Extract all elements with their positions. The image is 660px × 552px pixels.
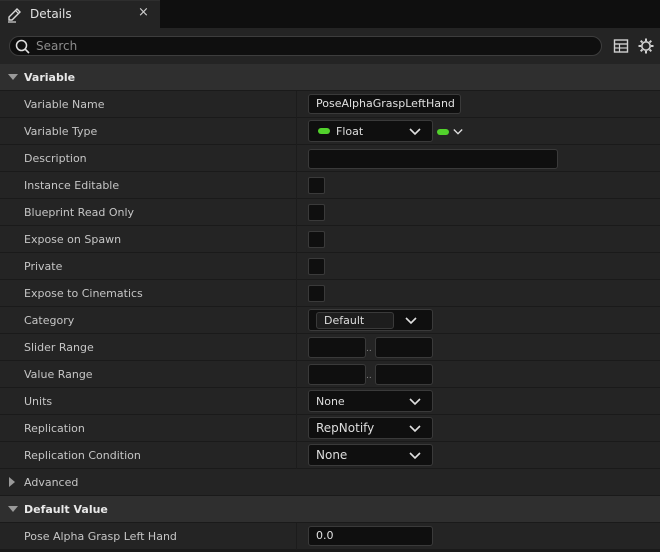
value-range-min-field[interactable] xyxy=(308,364,366,385)
search-box xyxy=(9,36,602,56)
tab-title: Details xyxy=(30,7,72,21)
row-slider-range: Slider Range .. xyxy=(0,334,660,361)
instance-editable-checkbox[interactable] xyxy=(308,177,325,194)
property-label: Expose on Spawn xyxy=(24,233,122,246)
details-toolbar xyxy=(0,28,660,64)
property-label: Units xyxy=(24,395,53,408)
property-label: Blueprint Read Only xyxy=(24,206,135,219)
private-checkbox[interactable] xyxy=(308,258,325,275)
category-input[interactable]: Default xyxy=(316,312,394,329)
property-label: Pose Alpha Grasp Left Hand xyxy=(24,530,177,543)
row-variable-name: Variable Name PoseAlphaGraspLeftHand xyxy=(0,91,660,118)
units-dropdown[interactable]: None xyxy=(308,390,433,412)
property-label: Variable Type xyxy=(24,125,98,138)
property-label: Replication xyxy=(24,422,85,435)
chevron-down-icon xyxy=(409,425,421,433)
slider-range-min-field[interactable] xyxy=(308,337,366,358)
search-icon xyxy=(15,39,30,54)
blueprint-read-only-checkbox[interactable] xyxy=(308,204,325,221)
section-default-value-header[interactable]: Default Value xyxy=(0,496,660,523)
tab-details[interactable]: Details × xyxy=(0,0,160,28)
section-variable-header[interactable]: Variable xyxy=(0,64,660,91)
variable-type-dropdown[interactable]: Float xyxy=(308,120,433,142)
description-field[interactable] xyxy=(308,149,558,169)
details-panel: Variable Variable Name PoseAlphaGraspLef… xyxy=(0,64,660,552)
row-instance-editable: Instance Editable xyxy=(0,172,660,199)
row-value-range: Value Range .. xyxy=(0,361,660,388)
container-type-dropdown[interactable] xyxy=(436,124,466,140)
expand-arrow-icon xyxy=(8,74,18,80)
expand-arrow-icon xyxy=(8,506,18,512)
replication-value: RepNotify xyxy=(316,421,375,435)
row-pose-alpha-grasp-left-hand: Pose Alpha Grasp Left Hand 0.0 xyxy=(0,523,660,550)
chevron-down-icon xyxy=(409,128,421,136)
section-title: Default Value xyxy=(24,503,108,516)
row-blueprint-read-only: Blueprint Read Only xyxy=(0,199,660,226)
units-value: None xyxy=(316,395,345,408)
property-label: Value Range xyxy=(24,368,93,381)
replication-dropdown[interactable]: RepNotify xyxy=(308,417,433,439)
row-units: Units None xyxy=(0,388,660,415)
slider-range-max-field[interactable] xyxy=(375,337,433,358)
pencil-icon xyxy=(8,8,21,23)
replication-condition-value: None xyxy=(316,448,348,462)
range-separator: .. xyxy=(366,344,372,354)
section-title: Variable xyxy=(24,71,76,84)
expose-on-spawn-checkbox[interactable] xyxy=(308,231,325,248)
pose-alpha-value-field[interactable]: 0.0 xyxy=(308,526,433,546)
tab-bar: Details × xyxy=(0,0,660,28)
row-category: Category Default xyxy=(0,307,660,334)
chevron-down-icon xyxy=(409,398,421,406)
single-pin-icon xyxy=(437,129,449,135)
row-variable-type: Variable Type Float xyxy=(0,118,660,145)
replication-condition-dropdown[interactable]: None xyxy=(308,444,433,466)
property-label: Description xyxy=(24,152,87,165)
float-pin-icon xyxy=(318,128,330,134)
chevron-down-icon xyxy=(453,129,463,135)
property-label: Instance Editable xyxy=(24,179,120,192)
category-combo[interactable]: Default xyxy=(308,309,433,331)
row-description: Description xyxy=(0,145,660,172)
close-tab-button[interactable]: × xyxy=(138,6,149,19)
search-input[interactable] xyxy=(36,38,596,54)
property-label: Slider Range xyxy=(24,341,94,354)
expose-to-cinematics-checkbox[interactable] xyxy=(308,285,325,302)
property-label: Replication Condition xyxy=(24,449,141,462)
variable-type-value: Float xyxy=(336,125,364,138)
advanced-group-header[interactable]: Advanced xyxy=(0,469,660,496)
advanced-label: Advanced xyxy=(24,476,79,489)
row-replication: Replication RepNotify xyxy=(0,415,660,442)
value-range-max-field[interactable] xyxy=(375,364,433,385)
row-expose-to-cinematics: Expose to Cinematics xyxy=(0,280,660,307)
range-separator: .. xyxy=(366,371,372,381)
chevron-down-icon xyxy=(405,317,417,325)
row-private: Private xyxy=(0,253,660,280)
property-label: Expose to Cinematics xyxy=(24,287,143,300)
row-expose-on-spawn: Expose on Spawn xyxy=(0,226,660,253)
row-replication-condition: Replication Condition None xyxy=(0,442,660,469)
property-label: Category xyxy=(24,314,75,327)
chevron-down-icon xyxy=(409,452,421,460)
variable-name-field[interactable]: PoseAlphaGraspLeftHand xyxy=(308,94,461,114)
expand-arrow-icon xyxy=(9,477,15,487)
table-icon[interactable] xyxy=(612,37,630,55)
gear-icon[interactable] xyxy=(637,37,655,55)
property-label: Variable Name xyxy=(24,98,105,111)
property-label: Private xyxy=(24,260,63,273)
